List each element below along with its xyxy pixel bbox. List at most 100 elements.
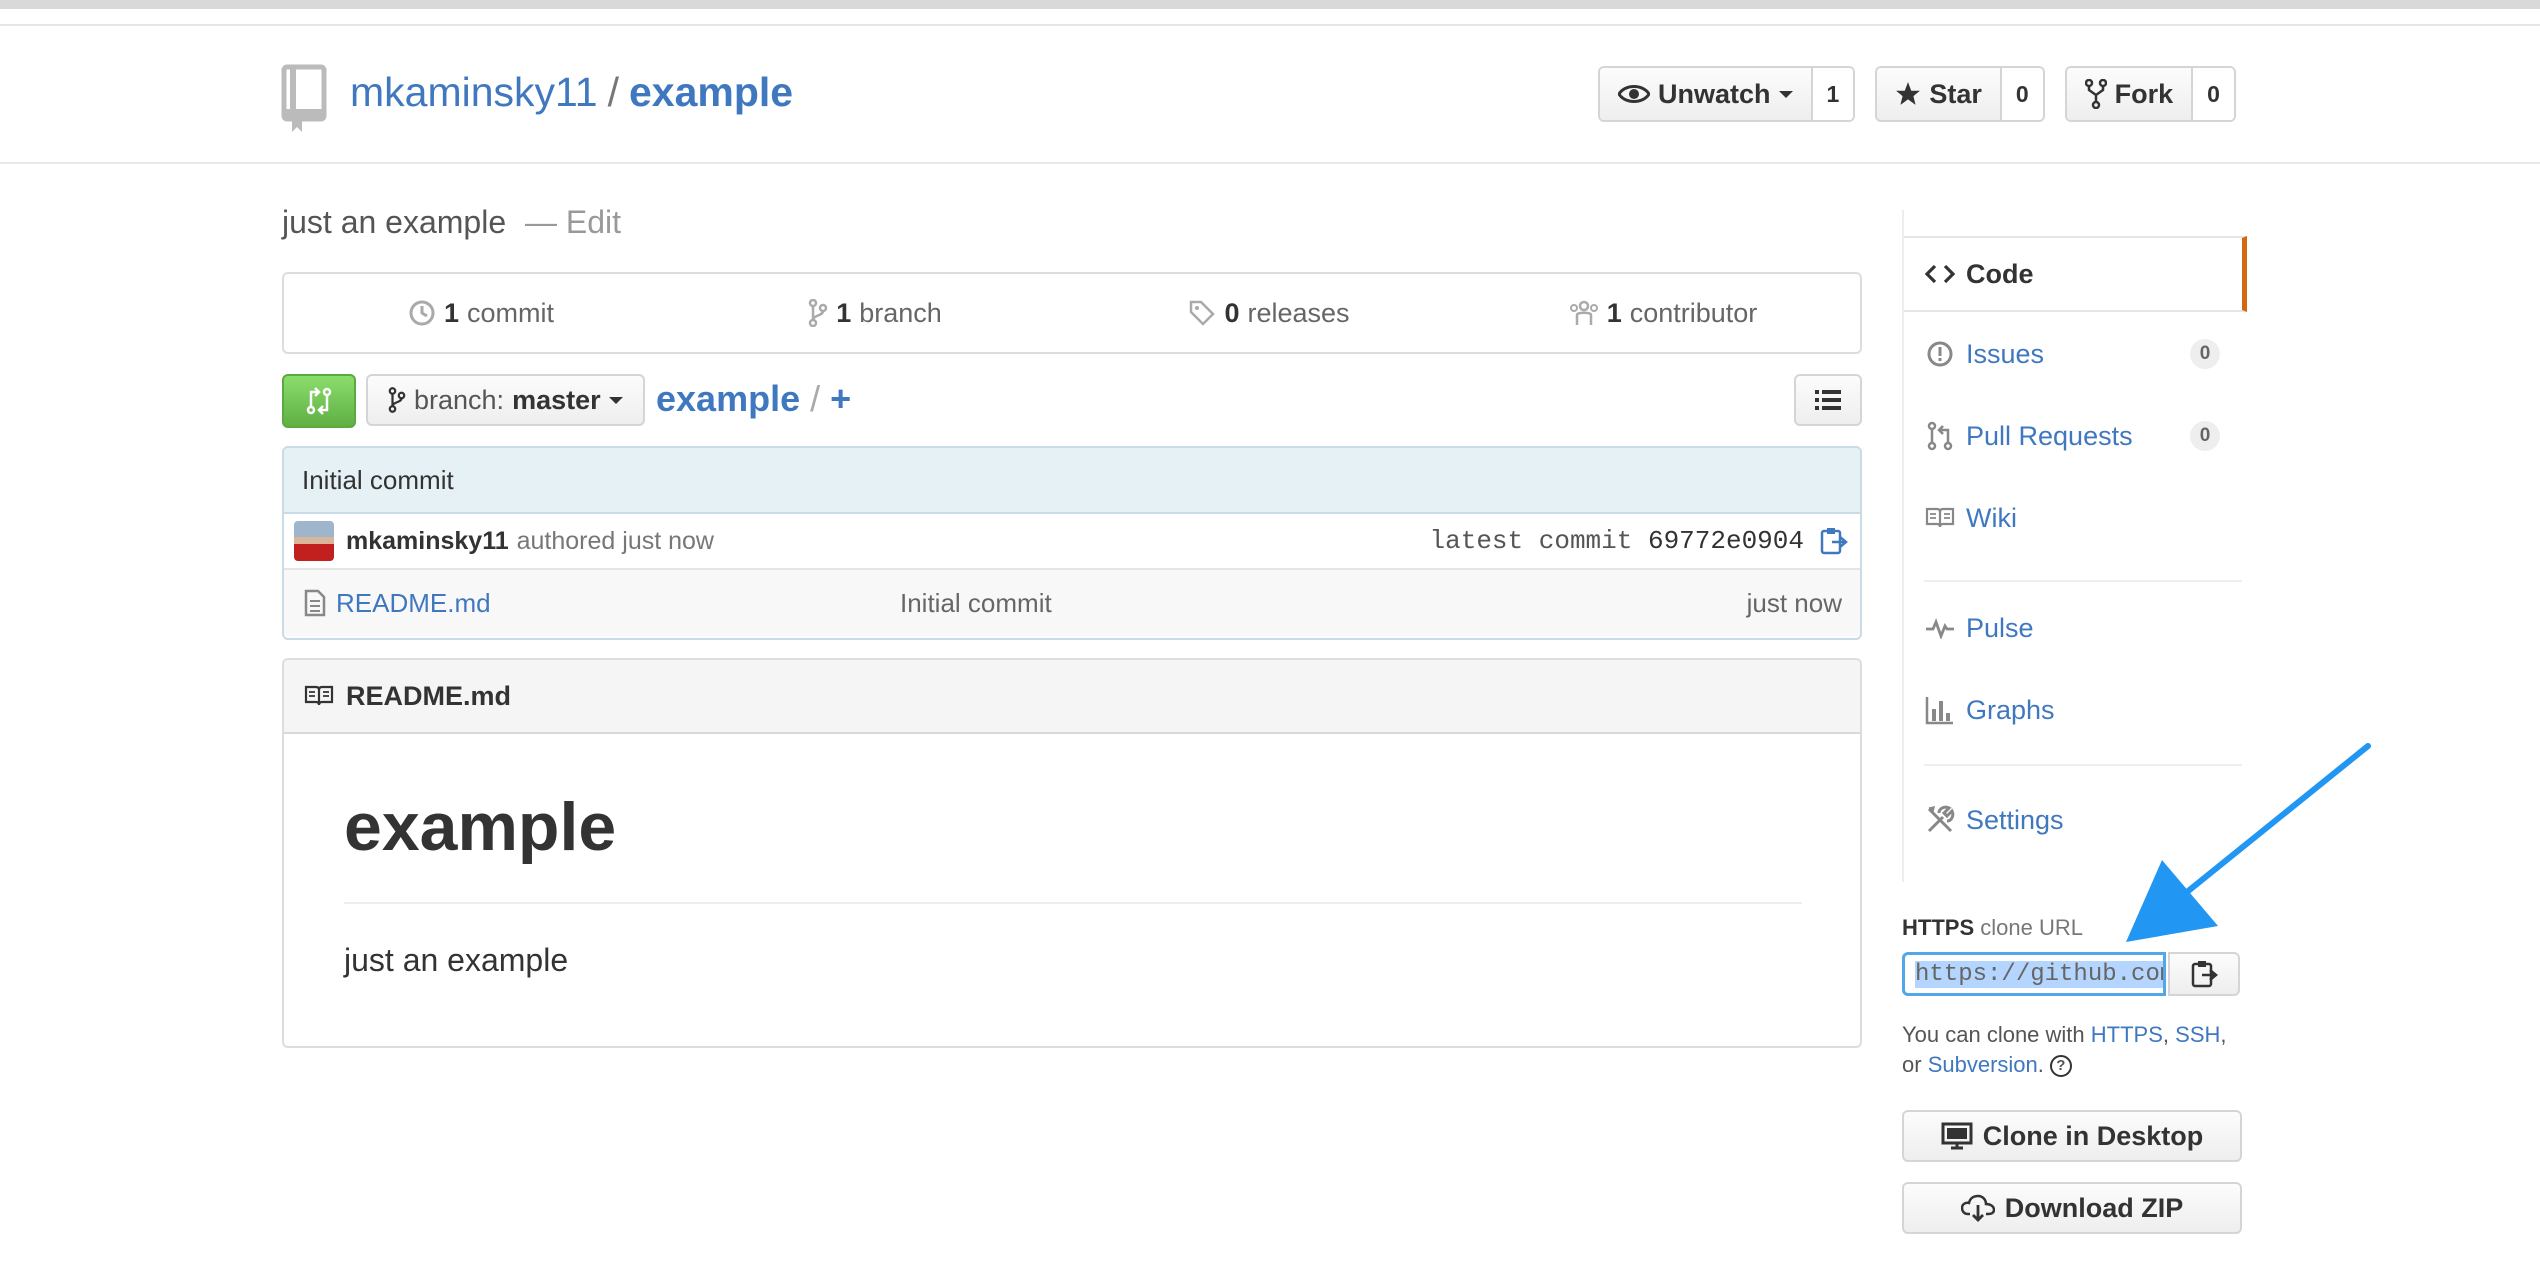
contributors-count: 1 bbox=[1606, 297, 1622, 328]
nav-issues[interactable]: Issues 0 bbox=[1904, 318, 2242, 390]
branches-count: 1 bbox=[836, 297, 852, 328]
latest-commit-info: latest commit 69772e0904 bbox=[1430, 526, 1804, 556]
nav-pulse-label: Pulse bbox=[1966, 612, 2034, 643]
readme-header: README.md bbox=[284, 660, 1860, 734]
clone-url-label: HTTPS clone URL bbox=[1902, 915, 2083, 941]
issues-count-badge: 0 bbox=[2190, 339, 2220, 369]
breadcrumb-root-link[interactable]: example bbox=[656, 378, 800, 419]
file-row: README.md Initial commit just now bbox=[284, 570, 1860, 636]
commit-meta: mkaminsky11 authored just now latest com… bbox=[284, 514, 1860, 570]
new-file-link[interactable]: + bbox=[830, 378, 851, 419]
download-zip-label: Download ZIP bbox=[2004, 1192, 2184, 1223]
avatar[interactable] bbox=[294, 521, 334, 561]
commits-summary[interactable]: 1 commit bbox=[284, 298, 678, 329]
breadcrumb: example / + bbox=[656, 374, 851, 424]
file-name-link[interactable]: README.md bbox=[336, 588, 491, 619]
clone-protocol: HTTPS bbox=[1902, 915, 1975, 940]
edit-description-link[interactable]: — Edit bbox=[525, 204, 621, 240]
book-icon bbox=[1925, 507, 1955, 528]
nav-wiki[interactable]: Wiki bbox=[1904, 482, 2242, 554]
cloud-download-icon bbox=[1960, 1194, 1995, 1222]
desktop-icon bbox=[1941, 1122, 1973, 1150]
history-icon bbox=[409, 300, 435, 326]
unwatch-label: Unwatch bbox=[1658, 78, 1771, 109]
star-button[interactable]: Star bbox=[1877, 68, 2002, 120]
nav-code[interactable]: Code bbox=[1904, 236, 2247, 312]
compare-pull-request-button[interactable] bbox=[282, 374, 356, 428]
fork-count[interactable]: 0 bbox=[2193, 68, 2234, 120]
readme-filename: README.md bbox=[346, 680, 512, 711]
organization-icon bbox=[1569, 300, 1598, 325]
readme-divider bbox=[344, 902, 1802, 904]
clone-https-link[interactable]: HTTPS bbox=[2091, 1022, 2163, 1047]
nav-divider bbox=[1924, 580, 2242, 582]
eye-icon bbox=[1618, 85, 1650, 103]
annotation-arrow bbox=[2126, 743, 2371, 942]
branch-prefix: branch: bbox=[414, 384, 505, 415]
commit-sha-link[interactable]: 69772e0904 bbox=[1648, 526, 1804, 556]
caret-down-icon bbox=[1778, 91, 1793, 98]
star-icon bbox=[1896, 82, 1921, 105]
repo-name-link[interactable]: example bbox=[629, 69, 793, 115]
repo-description-text: just an example bbox=[282, 204, 507, 240]
clone-help-question-icon[interactable]: ? bbox=[2049, 1055, 2072, 1078]
file-age: just now bbox=[1746, 587, 1842, 618]
fork-label: Fork bbox=[2114, 78, 2174, 109]
clone-help-or: or bbox=[1902, 1052, 1922, 1077]
clone-ssh-link[interactable]: SSH bbox=[2175, 1022, 2220, 1047]
repo-numbers-summary: 1 commit 1 branch 0 releases 1 contributor bbox=[282, 272, 1862, 354]
code-icon bbox=[1925, 264, 1955, 284]
readme-heading: example bbox=[344, 789, 617, 865]
releases-summary[interactable]: 0 releases bbox=[1072, 298, 1466, 329]
watch-group: Unwatch 1 bbox=[1598, 66, 1856, 122]
clone-subversion-link[interactable]: Subversion bbox=[1928, 1052, 2038, 1077]
nav-pull-requests[interactable]: Pull Requests 0 bbox=[1904, 400, 2242, 472]
clone-help-prefix: You can clone with bbox=[1902, 1022, 2085, 1047]
clipboard-icon[interactable] bbox=[1818, 526, 1848, 556]
nav-pull-requests-label: Pull Requests bbox=[1966, 420, 2133, 451]
download-zip-button[interactable]: Download ZIP bbox=[1902, 1182, 2242, 1234]
nav-graphs[interactable]: Graphs bbox=[1904, 674, 2242, 746]
latest-commit-message[interactable]: Initial commit bbox=[284, 448, 1860, 514]
branch-select-button[interactable]: branch: master bbox=[366, 374, 645, 426]
book-icon bbox=[304, 685, 334, 706]
branch-icon bbox=[388, 387, 406, 413]
contributors-label: contributor bbox=[1629, 297, 1758, 328]
clone-in-desktop-label: Clone in Desktop bbox=[1982, 1120, 2204, 1151]
file-list-toggle-button[interactable] bbox=[1794, 374, 1862, 426]
compare-icon bbox=[306, 387, 332, 415]
pulse-icon bbox=[1926, 618, 1954, 639]
nav-settings-label: Settings bbox=[1966, 804, 2064, 835]
fork-button[interactable]: Fork bbox=[2066, 68, 2194, 120]
readme-panel: README.md example just an example bbox=[282, 658, 1862, 1048]
contributors-summary[interactable]: 1 contributor bbox=[1466, 298, 1860, 329]
branches-summary[interactable]: 1 branch bbox=[678, 298, 1072, 329]
branch-name: master bbox=[512, 384, 601, 415]
nav-graphs-label: Graphs bbox=[1966, 694, 2055, 725]
graph-icon bbox=[1925, 697, 1953, 725]
star-label: Star bbox=[1929, 78, 1982, 109]
star-group: Star 0 bbox=[1875, 66, 2045, 122]
file-text-icon bbox=[304, 589, 326, 617]
watch-count[interactable]: 1 bbox=[1812, 68, 1854, 120]
file-commit-message-link[interactable]: Initial commit bbox=[900, 588, 1052, 619]
commits-label: commit bbox=[467, 297, 555, 328]
branches-label: branch bbox=[859, 297, 942, 328]
list-icon bbox=[1815, 390, 1841, 410]
tools-icon bbox=[1927, 805, 1955, 833]
releases-label: releases bbox=[1247, 297, 1350, 328]
clone-help-text: You can clone with HTTPS, SSH, or Subver… bbox=[1902, 1022, 2227, 1078]
breadcrumb-separator: / bbox=[810, 378, 821, 419]
commits-count: 1 bbox=[443, 297, 460, 328]
unwatch-button[interactable]: Unwatch bbox=[1600, 68, 1813, 120]
clone-in-desktop-button[interactable]: Clone in Desktop bbox=[1902, 1110, 2242, 1162]
fork-group: Fork 0 bbox=[2064, 66, 2236, 122]
tag-icon bbox=[1190, 300, 1216, 326]
star-count[interactable]: 0 bbox=[2001, 68, 2043, 120]
commit-author-link[interactable]: mkaminsky11 bbox=[346, 527, 509, 556]
repo-actions: Unwatch 1 Star 0 Fork 0 bbox=[1598, 66, 2236, 122]
repo-owner-link[interactable]: mkaminsky11 bbox=[350, 69, 598, 115]
readme-body: just an example bbox=[344, 942, 569, 978]
edit-label: Edit bbox=[565, 204, 622, 240]
nav-pulse[interactable]: Pulse bbox=[1904, 592, 2242, 664]
